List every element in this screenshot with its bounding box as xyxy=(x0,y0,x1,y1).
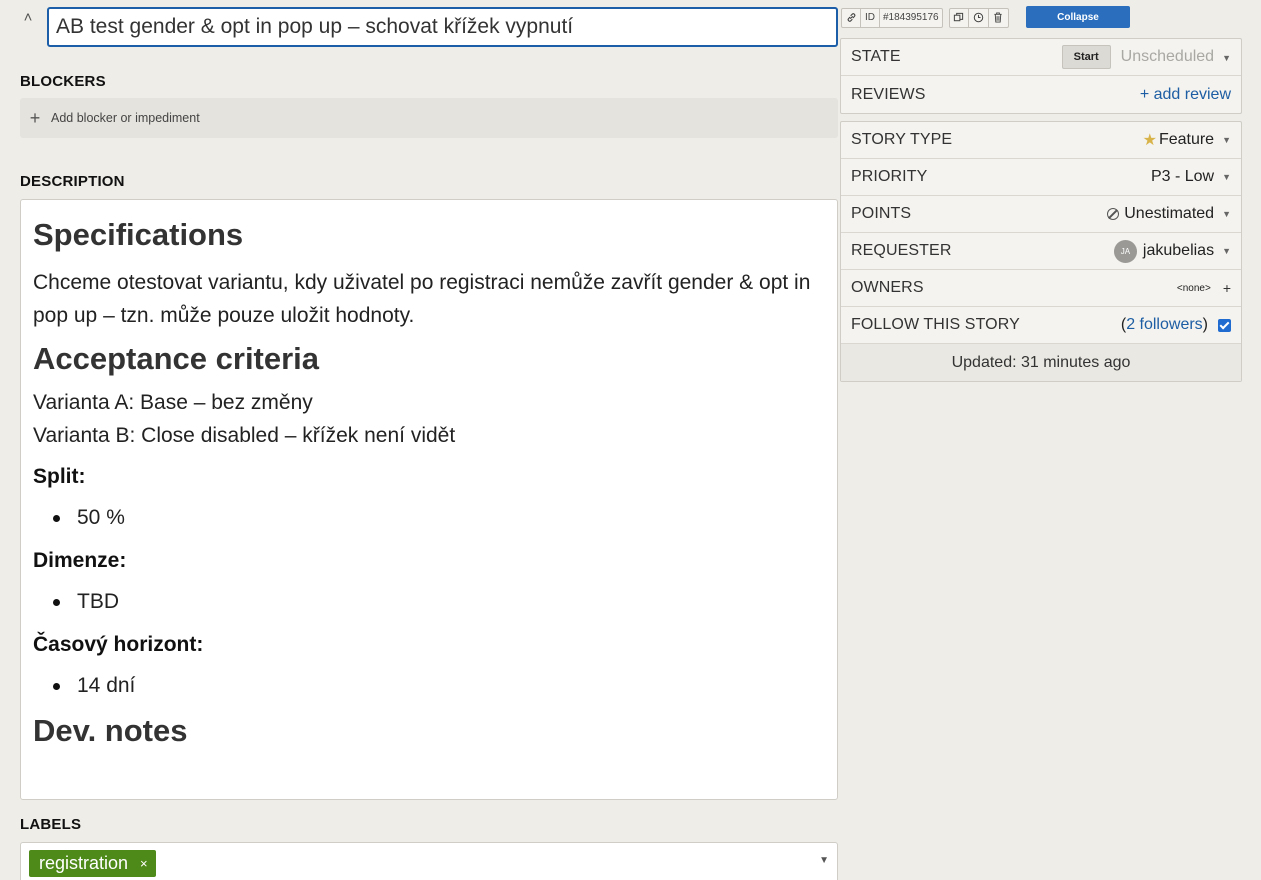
horizont-label: Časový horizont: xyxy=(33,633,204,656)
chevron-down-icon: ▼ xyxy=(1222,135,1231,145)
list-item: TBD xyxy=(53,586,825,618)
add-review-link[interactable]: + add review xyxy=(1140,86,1231,104)
updated-row: Updated: 31 minutes ago xyxy=(841,344,1241,381)
description-content[interactable]: Specifications Chceme otestovat variantu… xyxy=(20,199,838,800)
label-chip-text: registration xyxy=(39,853,129,873)
chevron-down-icon: ▼ xyxy=(1222,246,1231,256)
labels-input[interactable]: registration × ▼ xyxy=(20,842,838,880)
owners-row: OWNERS <none> + xyxy=(841,270,1241,307)
story-type-row[interactable]: STORY TYPE ★ Feature ▼ xyxy=(841,122,1241,159)
updated-text: Updated: 31 minutes ago xyxy=(951,353,1131,371)
varianta-a-text: Varianta A: Base – bez změny xyxy=(33,391,313,414)
list-item: 50 % xyxy=(53,502,825,534)
spec-text: Chceme otestovat variantu, kdy uživatel … xyxy=(33,271,811,327)
split-label: Split: xyxy=(33,465,86,488)
description-heading: DESCRIPTION xyxy=(20,173,125,190)
add-blocker-button[interactable]: + Add blocker or impediment xyxy=(20,98,838,138)
varianta-b-text: Varianta B: Close disabled – křížek není… xyxy=(33,424,456,447)
link-icon[interactable] xyxy=(841,7,861,28)
requester-row[interactable]: REQUESTER JA jakubelias ▼ xyxy=(841,233,1241,270)
reviews-row: REVIEWS + add review xyxy=(841,76,1241,113)
owners-label: OWNERS xyxy=(851,279,924,296)
start-button[interactable]: Start xyxy=(1061,45,1111,69)
collapse-button[interactable]: Collapse xyxy=(1026,6,1130,28)
followers-close-paren: ) xyxy=(1202,316,1208,333)
clone-icon[interactable] xyxy=(948,7,969,28)
follow-checkbox[interactable] xyxy=(1218,318,1231,332)
plus-icon: + xyxy=(29,108,41,128)
reviews-label: REVIEWS xyxy=(851,85,926,103)
priority-value: P3 - Low xyxy=(1150,168,1215,185)
story-details-panel: STORY TYPE ★ Feature ▼ PRIORITY P3 - Low ▼ … xyxy=(840,121,1242,382)
chevron-down-icon: ▼ xyxy=(1222,172,1231,182)
follow-label: FOLLOW THIS STORY xyxy=(851,316,1020,333)
unestimated-icon xyxy=(1107,208,1120,220)
star-icon: ★ xyxy=(1142,132,1157,149)
requester-label: REQUESTER xyxy=(851,242,952,259)
story-id-value[interactable]: #184395176 xyxy=(880,7,943,28)
requester-value: jakubelias xyxy=(1142,242,1215,259)
dimenze-list: TBD xyxy=(33,586,825,618)
acceptance-heading: Acceptance criteria xyxy=(33,341,320,376)
priority-row[interactable]: PRIORITY P3 - Low ▼ xyxy=(841,159,1241,196)
split-list: 50 % xyxy=(33,502,825,534)
id-label: ID xyxy=(861,7,880,28)
chevron-down-icon: ▼ xyxy=(1222,209,1231,219)
state-value: Unscheduled xyxy=(1120,48,1215,65)
owners-value: <none> xyxy=(1176,282,1211,294)
followers-link[interactable]: 2 followers xyxy=(1126,316,1202,334)
remove-label-icon[interactable]: × xyxy=(140,850,148,877)
dev-notes-heading: Dev. notes xyxy=(33,713,188,748)
add-blocker-label: Add blocker or impediment xyxy=(51,111,200,125)
story-type-label: STORY TYPE xyxy=(851,131,953,148)
state-dropdown[interactable]: Unscheduled ▼ xyxy=(1121,48,1231,66)
story-type-value: Feature xyxy=(1158,131,1215,148)
state-panel: STATE Start Unscheduled ▼ REVIEWS + add r… xyxy=(840,38,1242,114)
spec-heading: Specifications xyxy=(33,217,244,252)
horizont-list: 14 dní xyxy=(33,670,825,702)
chevron-down-icon: ▼ xyxy=(1222,53,1231,63)
blockers-heading: BLOCKERS xyxy=(20,73,106,90)
story-title-input[interactable]: AB test gender & opt in pop up – schovat… xyxy=(47,7,838,47)
trash-icon[interactable] xyxy=(988,7,1009,28)
state-label: STATE xyxy=(851,48,901,65)
labels-heading: LABELS xyxy=(20,816,82,833)
list-item: 14 dní xyxy=(53,670,825,702)
collapse-details-chevron-icon[interactable]: ˄ xyxy=(20,10,36,26)
label-chip-registration: registration × xyxy=(29,850,156,877)
add-owner-icon[interactable]: + xyxy=(1223,280,1231,296)
state-row: STATE Start Unscheduled ▼ xyxy=(841,39,1241,76)
labels-dropdown-icon[interactable]: ▼ xyxy=(819,855,829,866)
story-toolbar: ID #184395176 xyxy=(841,7,1009,28)
avatar: JA xyxy=(1113,239,1137,263)
priority-label: PRIORITY xyxy=(851,168,928,185)
points-row[interactable]: POINTS Unestimated ▼ xyxy=(841,196,1241,233)
points-value: Unestimated xyxy=(1124,205,1215,222)
history-icon[interactable] xyxy=(968,7,989,28)
points-label: POINTS xyxy=(851,205,912,222)
dimenze-label: Dimenze: xyxy=(33,549,127,572)
follow-row: FOLLOW THIS STORY (2 followers) xyxy=(841,307,1241,344)
